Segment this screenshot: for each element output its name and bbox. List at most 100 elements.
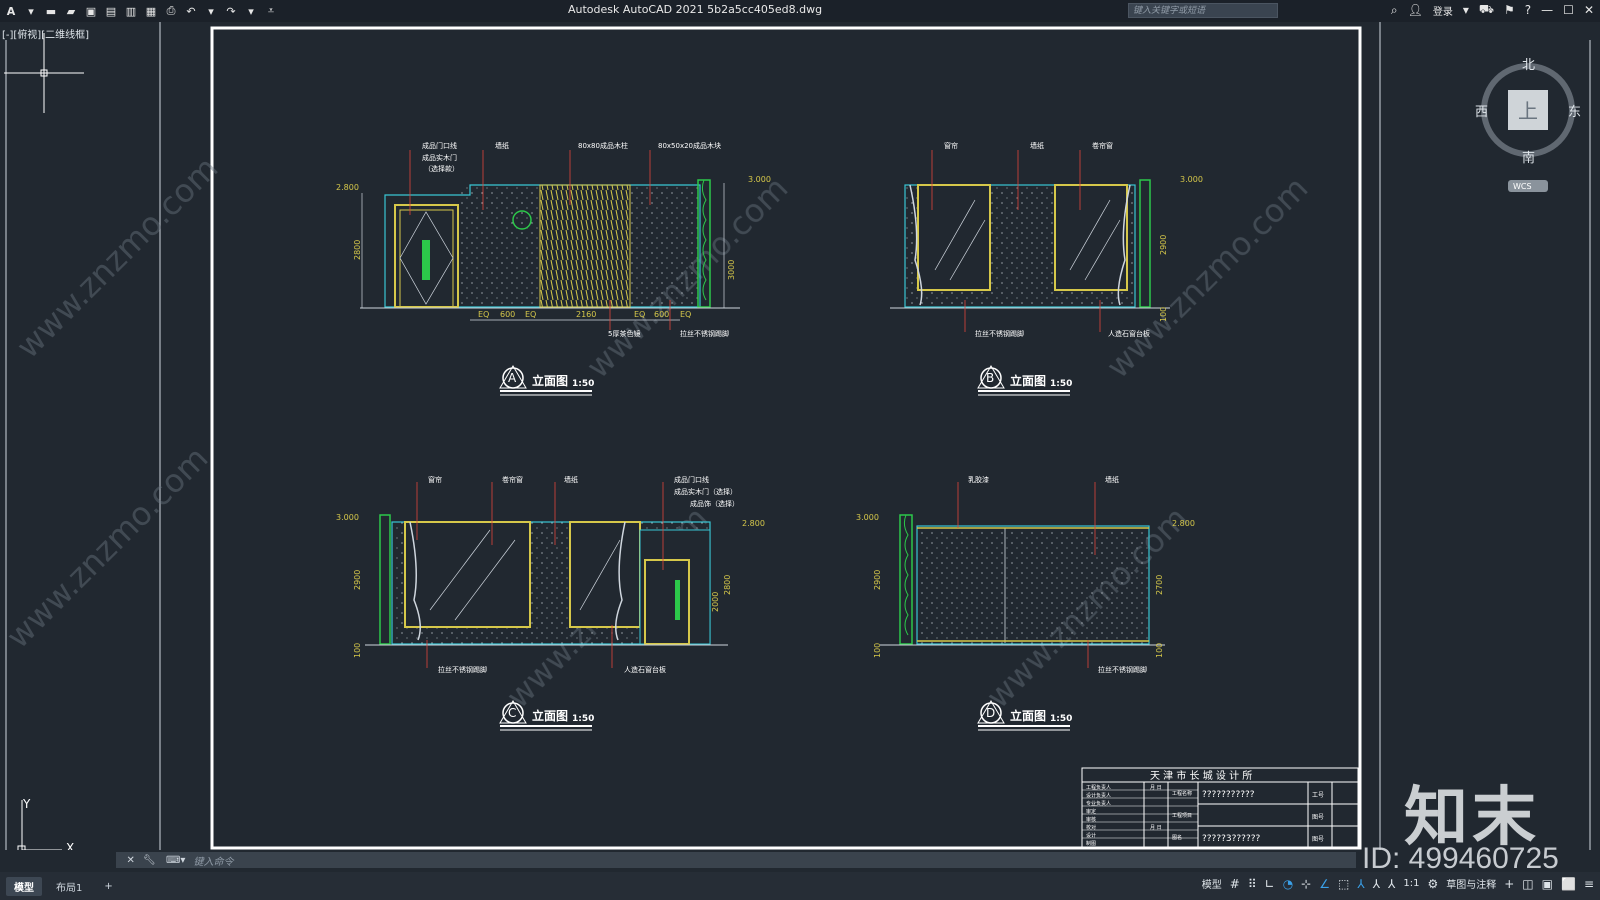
svg-text:???????????: ??????????? [1202,790,1255,800]
svg-text:成品门口线: 成品门口线 [674,475,709,484]
svg-text:成品实木门: 成品实木门 [422,153,457,162]
svg-text:B: B [986,371,994,385]
plot-icon[interactable]: ▦ [144,4,158,18]
svg-text:成品饰（选择）: 成品饰（选择） [690,499,739,508]
workspace-select[interactable]: 草图与注释 [1446,876,1496,891]
auto-scale-icon[interactable]: ⅄ [1373,877,1380,891]
add-icon[interactable]: + [1504,877,1514,891]
undo-icon[interactable]: ↶ [184,4,198,18]
login-link[interactable]: 登录 [1433,3,1453,18]
redo-dropdown-icon[interactable]: ▾ [244,4,258,18]
new-file-icon[interactable]: ▬ [44,4,58,18]
command-prompt-icon[interactable]: ⌨▾ [166,855,185,866]
model-space-button[interactable]: 模型 [1202,876,1222,891]
svg-text:100: 100 [1155,643,1164,658]
title-right-controls: ⌕ 👤︎ 登录 ▾ ⛟ ⚑ ? — ☐ ✕ [1391,2,1594,18]
svg-text:2700: 2700 [1155,575,1164,595]
customize-command-icon[interactable]: 🔧︎ [143,855,156,866]
viewcube-compass[interactable]: 上 北 南 东 西 WCS [1472,54,1584,204]
window-title: Autodesk AutoCAD 2021 5b2a5cc405ed8.dwg [568,3,823,16]
hardware-accel-icon[interactable]: ▣ [1542,877,1553,891]
drawing-canvas[interactable]: Y X www.znzmo.com www.znzmo.com www.znzm… [0,22,1600,850]
maximize-icon[interactable]: ☐ [1563,3,1574,17]
svg-text:（选择款）: （选择款） [424,164,459,173]
svg-text:图名: 图名 [1172,834,1182,841]
svg-text:审核: 审核 [1086,816,1096,823]
svg-text:拉丝不锈钢踢脚: 拉丝不锈钢踢脚 [680,329,729,338]
search-input[interactable]: 键入关键字或短语 [1128,3,1278,18]
clean-screen-icon[interactable]: ⬜ [1561,877,1576,891]
redo-icon[interactable]: ↷ [224,4,238,18]
svg-text:工程项目: 工程项目 [1172,812,1192,819]
svg-text:2900: 2900 [1159,235,1168,255]
command-line-controls: ✕ 🔧︎ [116,855,166,866]
ucs-icon: Y X [17,797,74,850]
close-command-icon[interactable]: ✕ [126,855,134,866]
ortho-icon[interactable]: ∟ [1265,877,1275,891]
svg-text:100: 100 [1159,307,1168,322]
svg-text:100: 100 [353,643,362,658]
svg-text:2.800: 2.800 [742,519,765,528]
elevation-a-title: A 立面图 1:50 [499,365,594,396]
publish-icon[interactable]: ▥ [124,4,138,18]
svg-text:图号: 图号 [1312,836,1324,843]
svg-text:3000: 3000 [727,260,736,280]
polar-icon[interactable]: ◔ [1283,877,1293,891]
grid-icon[interactable]: # [1230,877,1240,891]
annotation-visibility-icon[interactable]: ⅄ [1357,877,1364,891]
svg-text:EQ: EQ [634,310,645,319]
tab-model[interactable]: 模型 [6,876,42,896]
user-icon[interactable]: 👤︎ [1408,3,1423,17]
save-as-icon[interactable]: ▤ [104,4,118,18]
svg-text:拉丝不锈钢踢脚: 拉丝不锈钢踢脚 [438,665,487,674]
print-icon[interactable]: ⎙ [164,4,178,18]
scale-select[interactable]: 1:1 [1403,878,1419,889]
svg-text:工程负责人: 工程负责人 [1086,784,1111,791]
selection-cycling-icon[interactable]: ⬚ [1338,877,1349,891]
title-block[interactable]: 天 津 市 长 城 设 计 所 工程负责人 设计负责人 专业负责人 审定 审核 … [1081,767,1359,849]
svg-text:立面图: 立面图 [532,708,568,723]
search-icon[interactable]: ⌕ [1391,3,1398,18]
customize-icon[interactable]: ≡ [1584,877,1594,891]
svg-text:东: 东 [1568,105,1581,120]
svg-text:成品门口线: 成品门口线 [422,141,457,150]
open-folder-icon[interactable]: ▰ [64,4,78,18]
svg-text:www.znzmo.com: www.znzmo.com [9,149,226,366]
svg-text:设计负责人: 设计负责人 [1086,792,1111,799]
command-line[interactable]: ✕ 🔧︎ ⌨▾ 键入命令 [116,852,1356,868]
elevation-b[interactable]: 3.000 2900 100 窗帘 墙纸 卷帘窗 拉丝不锈钢踢脚 人造石窗台板 … [890,141,1203,396]
osnap-icon[interactable]: ⊹ [1301,877,1311,891]
svg-text:北: 北 [1522,58,1535,73]
customize-toolbar-icon[interactable]: ⩡ [264,4,278,18]
app-store-icon[interactable]: ⚑ [1504,3,1515,17]
minimize-icon[interactable]: — [1541,3,1553,17]
dropdown-icon[interactable]: ▾ [24,4,38,18]
title-bar: A ▾ ▬ ▰ ▣ ▤ ▥ ▦ ⎙ ↶ ▾ ↷ ▾ ⩡ Autodesk Aut… [0,0,1600,22]
svg-text:EQ: EQ [478,310,489,319]
annotation-scale-icon[interactable]: ⅄ [1388,877,1395,891]
undo-dropdown-icon[interactable]: ▾ [204,4,218,18]
help-icon[interactable]: ? [1525,3,1531,17]
svg-text:80x80成品木柱: 80x80成品木柱 [578,141,628,150]
cart-icon[interactable]: ⛟ [1479,2,1494,18]
tab-layout1[interactable]: 布局1 [48,877,90,896]
svg-text:窗帘: 窗帘 [428,475,442,484]
workspace-gear-icon[interactable]: ⚙ [1427,877,1438,891]
svg-text:图号: 图号 [1312,814,1324,821]
svg-text:乳胶漆: 乳胶漆 [968,475,989,484]
login-dropdown-icon[interactable]: ▾ [1463,3,1469,17]
elevation-c-title: C 立面图 1:50 [499,700,594,731]
otrack-icon[interactable]: ∠ [1319,877,1330,891]
isolate-icon[interactable]: ◫ [1522,877,1533,891]
svg-text:600: 600 [500,310,515,319]
quick-access-toolbar: A ▾ ▬ ▰ ▣ ▤ ▥ ▦ ⎙ ↶ ▾ ↷ ▾ ⩡ [4,4,278,18]
svg-text:2800: 2800 [353,240,362,260]
save-icon[interactable]: ▣ [84,4,98,18]
close-icon[interactable]: ✕ [1584,3,1594,17]
command-input[interactable]: 键入命令 [193,853,233,868]
autocad-logo-icon[interactable]: A [4,4,18,18]
svg-text:设计: 设计 [1086,832,1096,839]
elevation-d-title: D 立面图 1:50 [977,700,1072,731]
add-layout-icon[interactable]: + [96,879,120,894]
snap-icon[interactable]: ⠿ [1248,877,1257,891]
